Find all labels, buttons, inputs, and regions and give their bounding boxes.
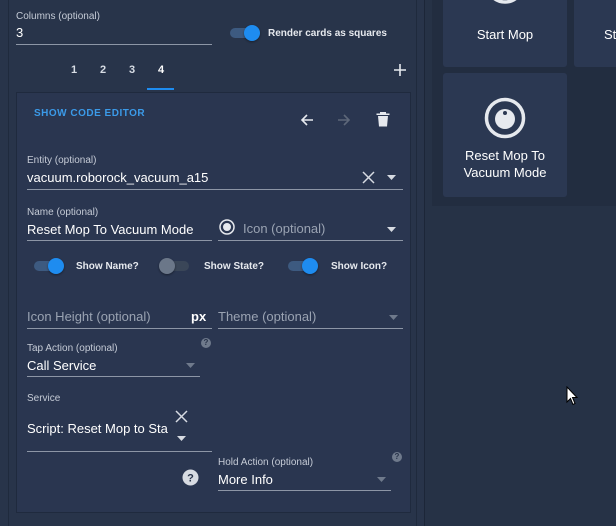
hold-action-help-icon[interactable]: ? bbox=[392, 452, 402, 462]
entity-underline bbox=[27, 189, 403, 190]
hold-action-dropdown-icon[interactable] bbox=[377, 477, 386, 482]
service-underline bbox=[27, 451, 212, 452]
name-label: Name (optional) bbox=[27, 207, 99, 218]
trash-icon[interactable] bbox=[376, 111, 390, 127]
clear-service-icon[interactable] bbox=[175, 410, 188, 423]
toggle-knob bbox=[302, 258, 318, 274]
entity-dropdown-icon[interactable] bbox=[387, 175, 396, 180]
columns-underline bbox=[16, 44, 212, 45]
theme-input[interactable]: Theme (optional) bbox=[218, 309, 316, 324]
render-squares-toggle[interactable] bbox=[228, 25, 262, 41]
add-card-icon[interactable] bbox=[393, 63, 407, 77]
render-squares-label: Render cards as squares bbox=[268, 28, 387, 39]
svg-text:?: ? bbox=[187, 473, 194, 485]
tab-2[interactable]: 2 bbox=[89, 62, 117, 90]
show-state-label: Show State? bbox=[204, 261, 265, 272]
name-underline bbox=[27, 240, 212, 241]
tile-label: St bbox=[604, 27, 616, 42]
hold-action-label: Hold Action (optional) bbox=[218, 457, 314, 468]
entity-label: Entity (optional) bbox=[27, 155, 97, 166]
icon-height-underline bbox=[27, 328, 212, 329]
columns-label: Columns (optional) bbox=[16, 11, 100, 22]
arrow-right-icon[interactable] bbox=[336, 112, 352, 128]
tab-3[interactable]: 3 bbox=[118, 62, 146, 90]
service-label: Service bbox=[27, 393, 61, 404]
preview-tile-reset-mop[interactable]: Reset Mop To Vacuum Mode bbox=[443, 73, 567, 197]
tap-action-label: Tap Action (optional) bbox=[27, 343, 118, 354]
preview-tile-start-mop[interactable]: Start Mop bbox=[443, 0, 567, 67]
toggle-knob bbox=[48, 258, 64, 274]
icon-height-unit: px bbox=[191, 309, 207, 324]
robot-vacuum-icon bbox=[484, 97, 526, 139]
show-name-toggle[interactable] bbox=[32, 258, 66, 274]
hold-action-select[interactable]: More Info bbox=[218, 472, 368, 487]
name-input[interactable]: Reset Mop To Vacuum Mode bbox=[27, 222, 212, 237]
service-dropdown-icon[interactable] bbox=[177, 436, 186, 441]
tile-label-line2: Vacuum Mode bbox=[463, 165, 547, 180]
show-state-toggle[interactable] bbox=[159, 258, 193, 274]
tap-action-help-icon[interactable]: ? bbox=[201, 338, 211, 348]
entity-input[interactable]: vacuum.roborock_vacuum_a15 bbox=[27, 170, 347, 185]
tile-label: Start Mop bbox=[476, 27, 534, 42]
tap-action-underline bbox=[27, 376, 200, 377]
tab-1[interactable]: 1 bbox=[60, 62, 88, 90]
icon-dropdown-icon[interactable] bbox=[387, 227, 396, 232]
icon-input[interactable]: Icon (optional) bbox=[243, 221, 325, 236]
card-preview: Start Mop St Reset Mop To Vacuum Mode bbox=[432, 0, 616, 206]
toggle-knob bbox=[244, 25, 260, 41]
active-tab-indicator bbox=[147, 88, 174, 90]
show-name-label: Show Name? bbox=[76, 261, 139, 272]
clear-entity-icon[interactable] bbox=[362, 171, 375, 184]
hold-action-underline bbox=[218, 490, 391, 491]
service-input[interactable]: Script: Reset Mop to Sta bbox=[27, 421, 171, 436]
tap-action-dropdown-icon[interactable] bbox=[186, 363, 195, 368]
toggle-knob bbox=[159, 258, 175, 274]
tab-4[interactable]: 4 bbox=[147, 62, 175, 90]
icon-underline bbox=[218, 240, 403, 241]
mouse-cursor-icon bbox=[566, 386, 578, 406]
preview-tile-partial[interactable]: St bbox=[574, 0, 616, 67]
tap-action-select[interactable]: Call Service bbox=[27, 358, 187, 373]
show-icon-label: Show Icon? bbox=[331, 261, 388, 272]
help-circle-icon[interactable]: ? bbox=[182, 469, 199, 486]
robot-vacuum-icon bbox=[485, 0, 525, 4]
icon-height-input[interactable]: Icon Height (optional) bbox=[27, 309, 151, 324]
theme-dropdown-icon[interactable] bbox=[389, 315, 398, 320]
columns-input[interactable]: 3 bbox=[16, 25, 206, 40]
show-code-editor-button[interactable]: SHOW CODE EDITOR bbox=[34, 108, 145, 119]
show-icon-toggle[interactable] bbox=[286, 258, 320, 274]
theme-underline bbox=[218, 328, 403, 329]
arrow-left-icon[interactable] bbox=[299, 112, 315, 128]
robot-vacuum-icon bbox=[219, 219, 235, 235]
tile-label-line1: Reset Mop To bbox=[465, 148, 545, 163]
